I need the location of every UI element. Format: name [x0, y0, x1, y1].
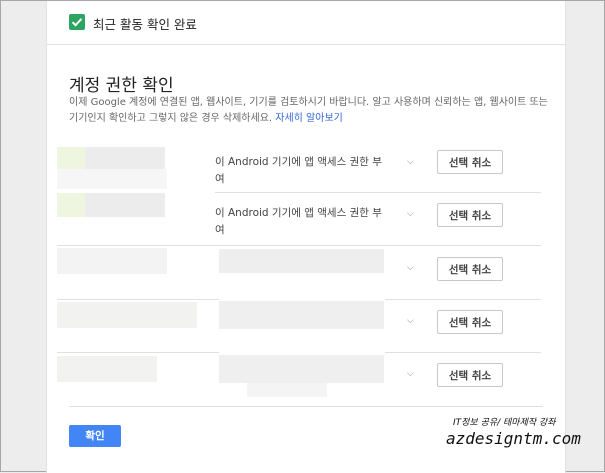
app-detail-blurred: [219, 249, 384, 273]
deselect-button[interactable]: 선택 취소: [437, 150, 503, 174]
section-title: 계정 권한 확인: [69, 76, 174, 96]
chevron-down-icon[interactable]: ⌵: [407, 157, 414, 167]
row-divider: [57, 352, 219, 353]
app-icon-blurred: [57, 248, 167, 274]
app-icon-blurred: [57, 302, 197, 328]
watermark-caption: IT정보 공유/ 테마제작 강좌: [453, 418, 556, 428]
chevron-down-icon[interactable]: ⌵: [407, 316, 414, 326]
row-divider: [57, 245, 541, 246]
confirm-button[interactable]: 확인: [69, 425, 121, 447]
deselect-button[interactable]: 선택 취소: [437, 203, 503, 227]
app-icon-blurred: [57, 356, 157, 382]
app-icon-blurred: [57, 193, 85, 217]
completed-checkbox[interactable]: [69, 14, 85, 30]
permission-text: 이 Android 기기에 앱 액세스 권한 부여: [215, 156, 382, 185]
deselect-button[interactable]: 선택 취소: [437, 363, 503, 387]
row-divider: [385, 352, 541, 353]
app-detail-blurred: [219, 301, 384, 329]
check-icon: [71, 18, 83, 27]
app-name-blurred: [85, 193, 165, 217]
app-icon-blurred: [57, 147, 85, 169]
learn-more-link[interactable]: 자세히 알아보기: [275, 113, 343, 124]
recent-activity-row: 최근 활동 확인 완료: [47, 1, 565, 45]
app-detail-blurred: [219, 355, 384, 383]
footer-divider: [69, 406, 543, 407]
row-divider: [215, 192, 541, 193]
permission-text: 이 Android 기기에 앱 액세스 권한 부여: [215, 207, 382, 236]
chevron-down-icon[interactable]: ⌵: [407, 263, 414, 273]
recent-activity-label: 최근 활동 확인 완료: [93, 17, 197, 32]
app-name-blurred: [85, 147, 165, 169]
account-review-card: 최근 활동 확인 완료 계정 권한 확인 이제 Google 계정에 연결된 앱…: [46, 1, 566, 473]
watermark-url: azdesigntm.com: [446, 429, 581, 448]
deselect-button[interactable]: 선택 취소: [437, 257, 503, 281]
app-detail-blurred: [57, 169, 167, 189]
app-extra-blurred: [247, 383, 327, 397]
deselect-button[interactable]: 선택 취소: [437, 310, 503, 334]
row-divider: [385, 299, 541, 300]
row-divider: [57, 299, 219, 300]
section-description: 이제 Google 계정에 연결된 앱, 웹사이트, 기기를 검토하시기 바랍니…: [69, 95, 551, 127]
chevron-down-icon[interactable]: ⌵: [407, 209, 414, 219]
chevron-down-icon[interactable]: ⌵: [407, 369, 414, 379]
